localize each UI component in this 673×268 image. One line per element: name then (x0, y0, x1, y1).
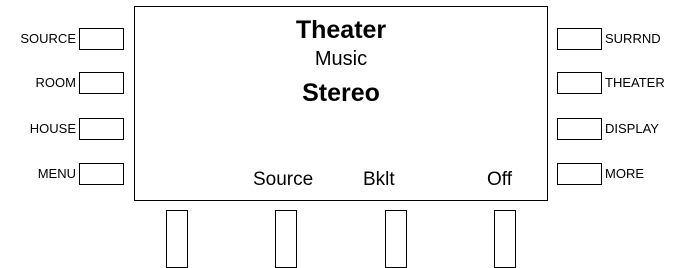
display-line-1: Theater (295, 16, 387, 44)
display-line-3: Stereo (302, 79, 380, 107)
menu-button[interactable] (79, 163, 124, 185)
lcd-display: Theater Music Stereo Source Bklt Off (134, 6, 548, 201)
more-button[interactable] (557, 163, 602, 185)
house-button[interactable] (79, 118, 124, 140)
source-button[interactable] (79, 28, 124, 50)
softkey-off-button[interactable] (494, 210, 516, 268)
softkey-label-source: Source (253, 169, 314, 190)
theater-label: THEATER (605, 75, 665, 90)
display-label: DISPLAY (605, 121, 659, 136)
display-button[interactable] (557, 118, 602, 140)
menu-label: MENU (37, 166, 76, 181)
softkey-1-button[interactable] (166, 210, 188, 268)
source-label: SOURCE (20, 31, 76, 46)
house-label: HOUSE (29, 121, 76, 136)
more-label: MORE (605, 166, 644, 181)
surrnd-button[interactable] (557, 28, 602, 50)
room-label: ROOM (35, 75, 76, 90)
theater-button[interactable] (557, 72, 602, 94)
softkey-bklt-button[interactable] (385, 210, 407, 268)
softkey-source-button[interactable] (275, 210, 297, 268)
softkey-label-off: Off (487, 169, 512, 190)
surrnd-label: SURRND (605, 31, 661, 46)
softkey-label-bklt: Bklt (363, 169, 395, 190)
display-line-2: Music (314, 48, 368, 70)
room-button[interactable] (79, 72, 124, 94)
